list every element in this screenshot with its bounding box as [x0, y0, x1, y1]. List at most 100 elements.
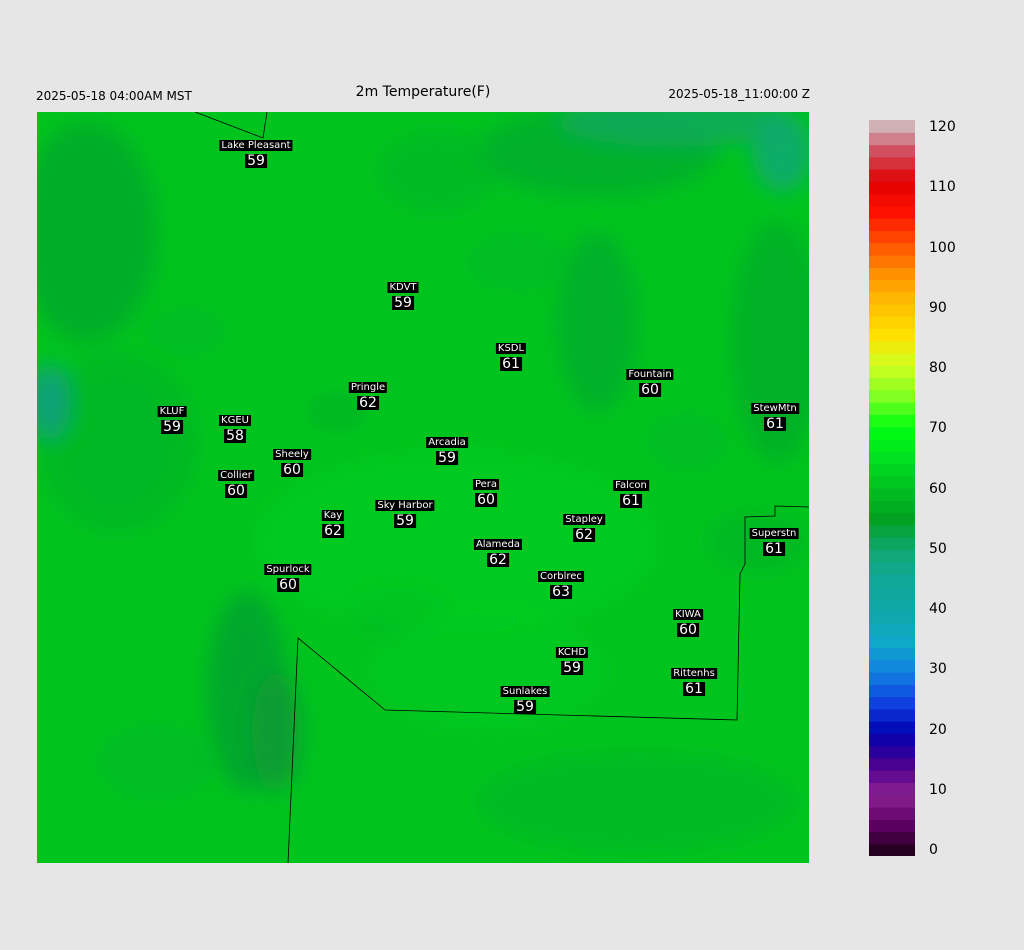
colorbar-segment [869, 745, 915, 759]
colorbar-segment [869, 635, 915, 649]
station-value: 58 [224, 428, 246, 444]
colorbar-tick-label: 0 [929, 842, 938, 858]
station-name: Lake Pleasant [219, 140, 293, 151]
colorbar-segment [869, 353, 915, 366]
station-value: 61 [620, 493, 642, 509]
colorbar-segment [869, 451, 915, 465]
colorbar-tick-label: 90 [929, 299, 947, 316]
station-value: 60 [281, 462, 303, 478]
station-name: Sheely [273, 449, 311, 460]
station-name: Pera [472, 479, 500, 490]
station-value: 59 [514, 699, 536, 715]
station-value: 59 [161, 419, 183, 435]
station-name: Sunlakes [500, 686, 550, 697]
station-value: 61 [764, 416, 786, 432]
colorbar-segment [869, 193, 915, 207]
station-name: Alameda [473, 539, 523, 550]
colorbar-tick-label: 30 [929, 661, 947, 678]
colorbar-segment [869, 414, 915, 428]
station-name: KIWA [673, 609, 703, 620]
station-value: 59 [561, 660, 583, 676]
colorbar-segment [869, 598, 915, 612]
station-name: Arcadia [426, 437, 468, 448]
colorbar-segment [869, 488, 915, 501]
colorbar-segment [869, 267, 915, 281]
colorbar-segment [869, 254, 915, 268]
colorbar-segment [869, 770, 915, 783]
colorbar-segment [869, 291, 915, 305]
colorbar-segment [869, 757, 915, 771]
colorbar-segment [869, 218, 915, 231]
local-time-label: 2025-05-18 04:00AM MST [36, 89, 192, 103]
colorbar-tick-label: 100 [929, 239, 956, 256]
colorbar-segment [869, 843, 915, 856]
station-value: 59 [392, 295, 414, 311]
colorbar-segment [869, 475, 915, 489]
colorbar-segment [869, 733, 915, 747]
colorbar-segment [869, 242, 915, 256]
station-value: 61 [683, 681, 705, 697]
station-name: KGEU [219, 415, 251, 426]
colorbar-segment [869, 169, 915, 182]
colorbar [869, 120, 915, 856]
colorbar-segment [869, 549, 915, 563]
colorbar-segment [869, 463, 915, 477]
colorbar-segment [869, 438, 915, 452]
colorbar-segment [869, 205, 915, 219]
colorbar-tick-label: 40 [929, 601, 947, 617]
colorbar-segment [869, 647, 915, 661]
colorbar-segment [869, 132, 915, 146]
colorbar-segment [869, 684, 915, 698]
colorbar-segment [869, 622, 915, 636]
colorbar-segment [869, 316, 915, 330]
colorbar-tick-label: 50 [929, 540, 947, 557]
station-name: Kay [321, 510, 345, 521]
station-name: Stapley [563, 514, 605, 525]
station-name: Corblrec [538, 571, 584, 582]
station-name: KDVT [387, 282, 419, 293]
colorbar-segment [869, 304, 915, 317]
station-value: 62 [487, 552, 509, 568]
colorbar-segment [869, 426, 915, 440]
colorbar-segment [869, 144, 915, 158]
colorbar-segment [869, 389, 915, 403]
station-value: 60 [277, 577, 299, 593]
colorbar-segment [869, 328, 915, 342]
temperature-map [37, 112, 809, 863]
station-value: 59 [436, 450, 458, 466]
colorbar-segment [869, 537, 915, 550]
colorbar-tick-label: 110 [929, 179, 956, 196]
station-value: 60 [475, 492, 497, 508]
colorbar-tick-label: 80 [929, 360, 947, 376]
colorbar-segment [869, 181, 915, 195]
station-value: 60 [639, 382, 661, 398]
station-value: 59 [394, 513, 416, 529]
station-name: KLUF [157, 406, 187, 417]
station-name: Pringle [348, 382, 388, 393]
station-name: Spurlock [264, 564, 312, 575]
colorbar-tick-label: 10 [929, 781, 947, 798]
station-value: 62 [357, 395, 379, 411]
colorbar-segment [869, 365, 915, 379]
colorbar-segment [869, 377, 915, 391]
colorbar-segment [869, 340, 915, 354]
colorbar-segment [869, 156, 915, 170]
colorbar-segment [869, 524, 915, 538]
station-value: 62 [573, 527, 595, 543]
colorbar-segment [869, 573, 915, 587]
colorbar-segment [869, 512, 915, 526]
map-title: 2m Temperature(F) [355, 84, 491, 100]
station-name: Superstn [749, 528, 799, 539]
colorbar-segment [869, 610, 915, 624]
station-value: 59 [245, 153, 267, 169]
station-name: KCHD [555, 647, 589, 658]
colorbar-segment [869, 500, 915, 514]
station-name: StewMtn [751, 403, 799, 414]
colorbar-segment [869, 806, 915, 820]
station-name: Rittenhs [671, 668, 717, 679]
colorbar-segment [869, 819, 915, 833]
colorbar-tick-label: 120 [929, 119, 956, 135]
valid-time-label: 2025-05-18_11:00:00 Z [668, 87, 810, 101]
colorbar-segment [869, 696, 915, 710]
station-name: Falcon [613, 480, 649, 491]
